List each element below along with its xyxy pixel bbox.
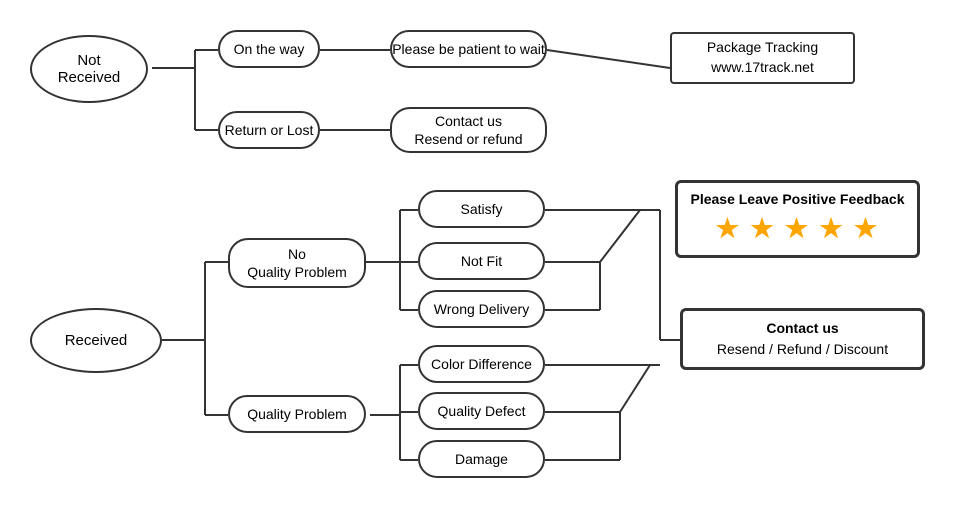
package-tracking-node: Package Tracking www.17track.net [670, 32, 855, 84]
damage-node: Damage [418, 440, 545, 478]
not-fit-node: Not Fit [418, 242, 545, 280]
quality-problem-node: Quality Problem [228, 395, 366, 433]
satisfy-node: Satisfy [418, 190, 545, 228]
be-patient-node: Please be patient to wait [390, 30, 547, 68]
diagram: Not Received On the way Return or Lost P… [0, 0, 960, 513]
not-received-node: Not Received [30, 35, 148, 103]
color-difference-node: Color Difference [418, 345, 545, 383]
return-or-lost-node: Return or Lost [218, 111, 320, 149]
no-quality-problem-node: No Quality Problem [228, 238, 366, 288]
contact-bottom-box: Contact us Resend / Refund / Discount [680, 308, 925, 370]
contact-us-label: Contact us [766, 318, 838, 339]
contact-resend-top-node: Contact us Resend or refund [390, 107, 547, 153]
stars-display: ★ ★ ★ ★ ★ [716, 209, 879, 248]
on-the-way-node: On the way [218, 30, 320, 68]
received-node: Received [30, 308, 162, 373]
quality-defect-node: Quality Defect [418, 392, 545, 430]
resend-refund-label: Resend / Refund / Discount [717, 339, 888, 360]
feedback-box: Please Leave Positive Feedback ★ ★ ★ ★ ★ [675, 180, 920, 258]
wrong-delivery-node: Wrong Delivery [418, 290, 545, 328]
feedback-label: Please Leave Positive Feedback [690, 190, 904, 210]
